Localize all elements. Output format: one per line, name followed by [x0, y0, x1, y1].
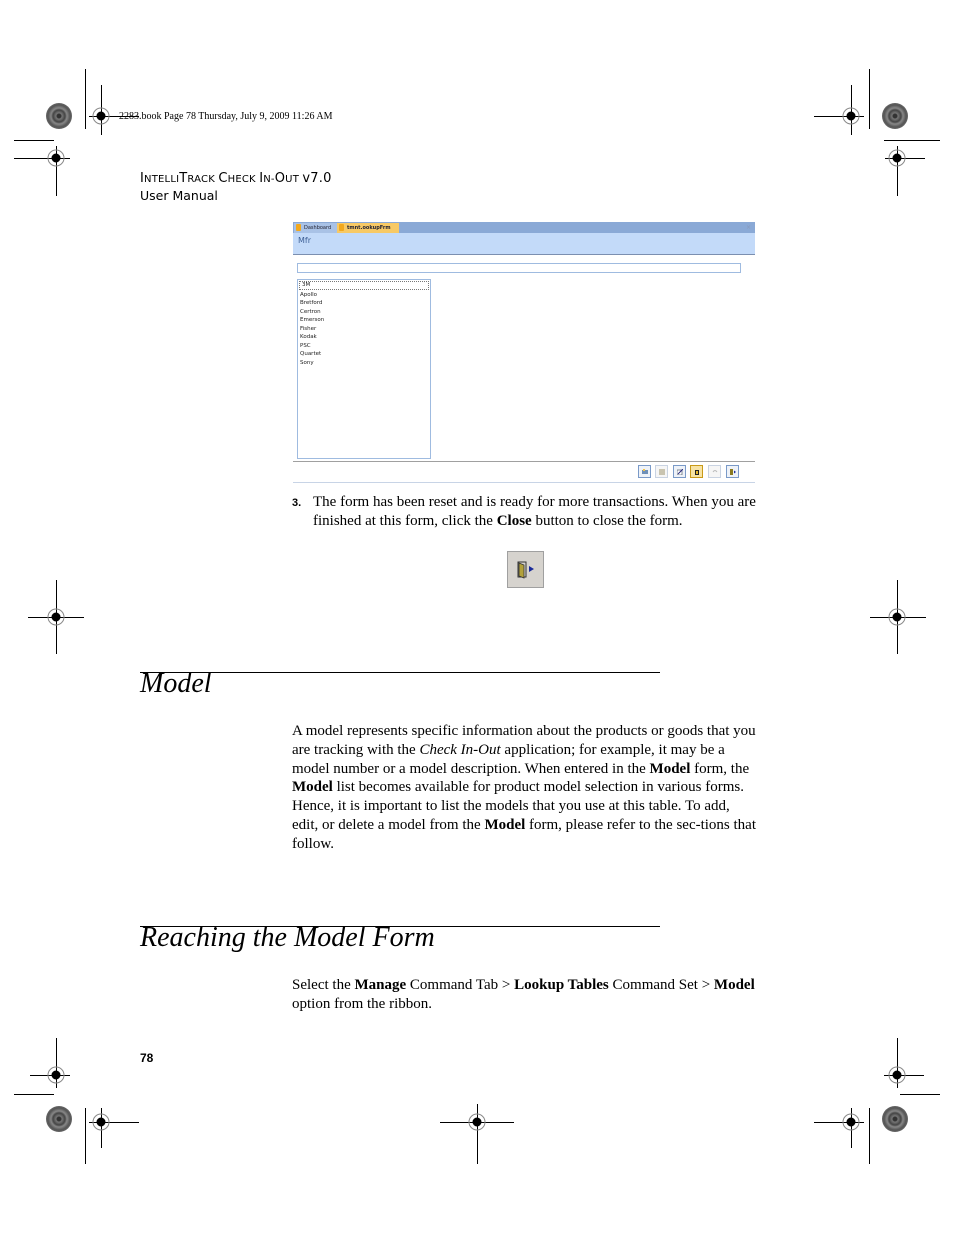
- close-button-ref: Close: [496, 513, 532, 529]
- registration-dial-icon: [882, 1106, 908, 1132]
- crop-mark: [14, 1094, 54, 1095]
- save-button[interactable]: [655, 465, 668, 478]
- list-item[interactable]: Certron: [298, 308, 430, 317]
- list-item[interactable]: Sony: [298, 359, 430, 368]
- crop-mark: [869, 1108, 870, 1164]
- list-item[interactable]: Quartet: [298, 350, 430, 359]
- lookup-form-screenshot: Dashboard tmnt.ookupFrm × Mfr 3M Apollo Br…: [293, 222, 755, 483]
- form-toolbar: [293, 461, 755, 483]
- exit-door-icon: [517, 561, 534, 579]
- close-form-button[interactable]: [726, 465, 739, 478]
- form-header: Mfr: [293, 233, 755, 255]
- undo-button[interactable]: [708, 465, 721, 478]
- crop-mark: [30, 1075, 70, 1076]
- crop-mark: [897, 580, 898, 654]
- delete-button[interactable]: [690, 465, 703, 478]
- header-cap: C: [218, 171, 228, 186]
- section-heading-model: Model: [140, 668, 212, 699]
- crop-mark: [885, 158, 925, 159]
- crop-mark: [897, 146, 898, 196]
- crop-mark: [884, 1075, 924, 1076]
- crop-mark: [101, 1108, 102, 1148]
- section-rule: [140, 672, 660, 673]
- crop-mark: [869, 69, 870, 129]
- header-smallcap: N-: [263, 174, 275, 185]
- running-header-title: INTELLITRACK CHECK IN-OUT v7.0: [140, 171, 332, 186]
- version: v7.0: [302, 171, 332, 186]
- tab-dashboard[interactable]: Dashboard: [294, 223, 338, 233]
- mfr-list[interactable]: 3M Apollo Bretford Certron Emerson Fisher Koda…: [297, 279, 431, 459]
- form-icon: [339, 224, 344, 231]
- crop-mark: [56, 580, 57, 654]
- crop-mark: [85, 1108, 86, 1164]
- list-item[interactable]: Apollo: [298, 291, 430, 300]
- crop-mark: [56, 146, 57, 196]
- reaching-instructions: Select the Manage Command Tab > Lookup T…: [292, 977, 755, 1012]
- header-smallcap: RACK: [187, 174, 219, 185]
- crop-mark: [897, 1038, 898, 1088]
- edit-button[interactable]: [673, 465, 686, 478]
- crop-mark: [814, 1122, 864, 1123]
- tab-lookup-form[interactable]: tmnt.ookupFrm: [337, 223, 399, 233]
- crop-mark: [89, 1122, 139, 1123]
- print-slug: 2283.book Page 78 Thursday, July 9, 2009…: [119, 111, 333, 122]
- crop-mark: [101, 85, 102, 135]
- undo-icon: [712, 470, 718, 473]
- crop-mark: [884, 140, 940, 141]
- header-smallcap: NTELLI: [144, 174, 180, 185]
- step-text: The form has been reset and is ready for…: [313, 494, 756, 529]
- list-item[interactable]: PSC: [298, 342, 430, 351]
- document-tab-bar: Dashboard tmnt.ookupFrm ×: [293, 222, 755, 233]
- crop-mark: [870, 617, 926, 618]
- crop-mark: [851, 1108, 852, 1148]
- crop-mark: [85, 69, 86, 129]
- crop-mark: [900, 1094, 940, 1095]
- close-tab-icon[interactable]: ×: [746, 222, 751, 233]
- form-icon: [296, 224, 301, 231]
- crop-mark: [477, 1104, 478, 1164]
- new-record-icon: [642, 469, 648, 474]
- model-description: A model represents specific information …: [292, 723, 757, 852]
- edit-icon: [677, 469, 683, 475]
- list-item[interactable]: Emerson: [298, 316, 430, 325]
- crop-mark: [814, 116, 864, 117]
- form-title: Mfr: [298, 236, 312, 245]
- list-item[interactable]: Kodak: [298, 333, 430, 342]
- header-smallcap: UT: [285, 174, 303, 185]
- crop-mark: [14, 158, 70, 159]
- list-item[interactable]: Fisher: [298, 325, 430, 334]
- list-item[interactable]: 3M: [299, 281, 429, 290]
- close-button-illustration: [507, 551, 544, 588]
- header-cap: O: [274, 171, 286, 186]
- new-button[interactable]: [638, 465, 651, 478]
- section-heading-reaching: Reaching the Model Form: [140, 922, 435, 953]
- registration-dial-icon: [46, 1106, 72, 1132]
- crop-mark: [56, 1038, 57, 1088]
- save-icon: [659, 469, 665, 475]
- mfr-input[interactable]: [297, 263, 741, 273]
- trash-icon: [695, 470, 699, 475]
- registration-dial-icon: [882, 103, 908, 129]
- crop-mark: [851, 85, 852, 135]
- exit-door-icon: [730, 469, 736, 475]
- list-item[interactable]: Bretford: [298, 299, 430, 308]
- registration-dial-icon: [46, 103, 72, 129]
- crop-mark: [14, 140, 54, 141]
- running-header-subtitle: User Manual: [140, 188, 218, 203]
- header-smallcap: HECK: [227, 174, 260, 185]
- page-number: 78: [140, 1051, 154, 1065]
- step-number: 3.: [292, 497, 302, 509]
